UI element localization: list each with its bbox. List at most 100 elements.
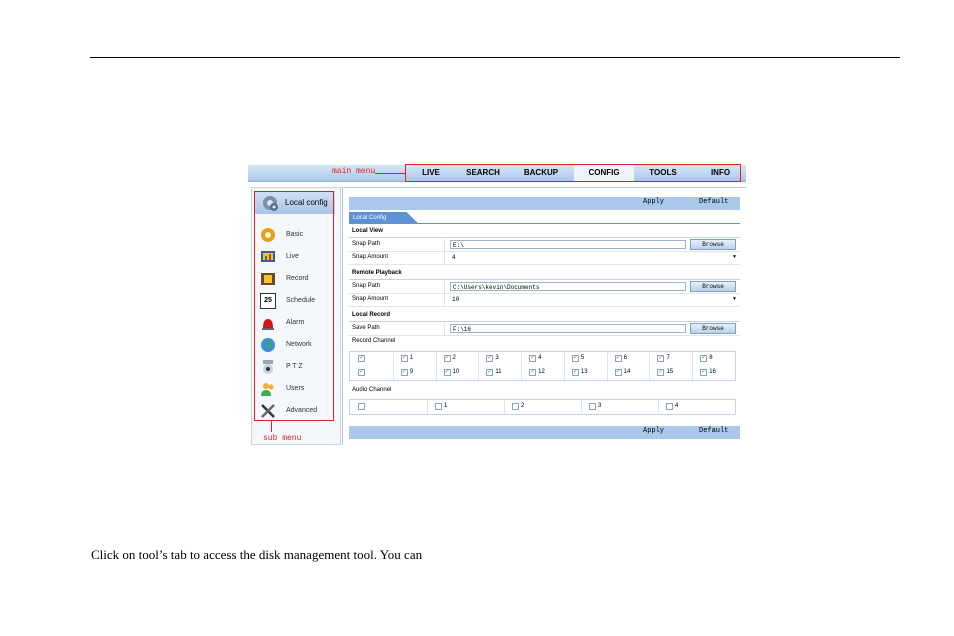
snap-amount-row: Snap Amount 4 ▼ — [349, 252, 740, 265]
record-channel-cell: ✓ 9 — [400, 367, 434, 379]
grid-divider — [392, 352, 394, 380]
channel-number: 4 — [538, 355, 542, 361]
channel-checkbox[interactable] — [589, 403, 596, 410]
section-local-record: Local Record — [349, 310, 740, 322]
channel-number: 6 — [623, 355, 627, 361]
document-caption: Click on tool’s tab to access the disk m… — [91, 547, 423, 562]
channel-number: 5 — [580, 355, 585, 361]
snap-path-row: Snap Path E:\ Browse — [349, 239, 740, 252]
chevron-down-icon: ▼ — [732, 254, 736, 260]
channel-checkbox[interactable] — [435, 403, 442, 410]
record-channel-cell: ✓ 6 — [614, 353, 648, 365]
channel-checkbox[interactable]: ✓ — [486, 369, 494, 376]
audio-channel-row: Audio Channel — [349, 385, 740, 397]
audio-channel-cell: 1 — [435, 401, 502, 413]
grid-divider — [649, 352, 651, 380]
record-channel-cell: ✓ 4 — [529, 353, 562, 365]
snap-amount-select[interactable]: 10 ▼ — [450, 295, 738, 304]
snap-amount-row: Snap Amount 10 ▼ — [349, 294, 740, 307]
channel-checkbox[interactable] — [666, 403, 673, 410]
channel-checkbox[interactable]: ✓ — [443, 355, 451, 362]
top-action-bar: Apply Default — [349, 197, 740, 210]
grid-divider — [478, 352, 480, 380]
grid-divider — [563, 352, 565, 380]
channel-checkbox[interactable]: ✓ — [657, 369, 665, 376]
bottom-action-bar: Apply Default — [349, 426, 740, 439]
channel-number: 3 — [495, 355, 499, 361]
field-label: Save Path — [352, 325, 380, 331]
select-value: 10 — [452, 296, 460, 303]
field-label: Snap Amount — [352, 296, 389, 302]
default-button[interactable]: Default — [699, 427, 728, 435]
snap-path-input[interactable]: E:\ — [450, 240, 686, 249]
record-channel-cell: ✓ 7 — [657, 353, 690, 365]
browse-button[interactable]: Browse — [690, 281, 736, 292]
sub-menu-annotation-label: sub menu — [263, 434, 302, 443]
channel-checkbox[interactable]: ✓ — [529, 355, 537, 362]
record-channel-cell: ✓ 15 — [657, 367, 690, 379]
field-label: Snap Path — [352, 241, 381, 247]
apply-button[interactable]: Apply — [643, 198, 664, 206]
channel-checkbox[interactable]: ✓ — [657, 355, 665, 362]
snap-path-input[interactable]: C:\Users\kevin\Documents — [450, 282, 686, 291]
record-channel-cell: ✓ 11 — [486, 367, 519, 379]
channel-checkbox[interactable]: ✓ — [571, 369, 579, 376]
channel-number: 15 — [666, 369, 674, 375]
record-channel-cell: ✓ 12 — [529, 367, 562, 379]
browse-button[interactable]: Browse — [690, 239, 736, 250]
record-channel-cell: ✓ 10 — [443, 367, 477, 379]
config-panel: Apply Default Local Config Local View Sn… — [342, 187, 746, 445]
field-label: Record Channel — [352, 338, 396, 344]
channel-number: 3 — [598, 403, 602, 409]
grid-divider — [658, 400, 659, 414]
audio-channel-cell: 4 — [666, 401, 733, 413]
record-channel-cell: ✓ 16 — [700, 367, 733, 379]
browse-button[interactable]: Browse — [690, 323, 736, 334]
grid-divider — [606, 352, 608, 380]
channel-number: 14 — [623, 369, 631, 375]
channel-number: 9 — [409, 369, 414, 375]
audio-channel-cell: 2 — [512, 401, 579, 413]
grid-divider — [504, 400, 505, 414]
record-channel-grid: ✓ ✓ 1 ✓ 2 ✓ 3 ✓ 4 ✓ 5 ✓ 6 ✓ 7 ✓ 8 ✓ ✓ 9 ✓ 10 ✓ 11 ✓ 12 ✓ 13 ✓ 14 ✓ 15 ✓ 1… — [349, 351, 736, 381]
channel-checkbox[interactable]: ✓ — [400, 355, 408, 362]
apply-button[interactable]: Apply — [643, 427, 664, 435]
section-remote-playback: Remote Playback — [349, 268, 740, 280]
record-channel-cell: ✓ 14 — [614, 367, 648, 379]
sub-menu-annotation-box — [254, 191, 334, 421]
channel-number: 16 — [709, 369, 716, 375]
field-label: Audio Channel — [352, 387, 392, 393]
grid-divider — [521, 352, 523, 380]
main-menu-annotation-label: main menu — [332, 167, 376, 176]
record-channel-cell: ✓ 2 — [443, 353, 477, 365]
channel-checkbox[interactable]: ✓ — [529, 369, 537, 376]
subtab-divider — [349, 223, 740, 224]
snap-amount-select[interactable]: 4 ▼ — [450, 253, 738, 262]
channel-checkbox[interactable]: ✓ — [614, 355, 622, 362]
main-menu-annotation-box — [405, 164, 741, 182]
default-button[interactable]: Default — [699, 198, 728, 206]
chevron-down-icon: ▼ — [732, 296, 736, 302]
channel-checkbox[interactable]: ✓ — [443, 369, 451, 376]
channel-checkbox[interactable]: ✓ — [400, 369, 408, 376]
channel-checkbox[interactable]: ✓ — [486, 355, 494, 362]
channel-checkbox[interactable] — [358, 403, 365, 410]
channel-checkbox[interactable]: ✓ — [700, 369, 708, 376]
record-channel-cell: ✓ 8 — [700, 353, 733, 365]
grid-divider — [427, 400, 428, 414]
audio-channel-cell — [358, 401, 425, 413]
channel-number: 13 — [580, 369, 588, 375]
record-channel-row: Record Channel — [349, 336, 740, 348]
grid-divider — [581, 400, 582, 414]
channel-checkbox[interactable] — [512, 403, 519, 410]
save-path-input[interactable]: F:\16 — [450, 324, 686, 333]
field-label: Snap Amount — [352, 254, 389, 260]
channel-checkbox[interactable]: ✓ — [700, 355, 708, 362]
channel-checkbox[interactable]: ✓ — [571, 355, 579, 362]
channel-checkbox[interactable]: ✓ — [614, 369, 622, 376]
grid-divider — [692, 352, 694, 380]
sub-menu-annotation-line — [271, 421, 272, 432]
channel-checkbox[interactable]: ✓ — [358, 355, 365, 362]
channel-checkbox[interactable]: ✓ — [358, 369, 365, 376]
section-title: Local View — [352, 228, 383, 234]
